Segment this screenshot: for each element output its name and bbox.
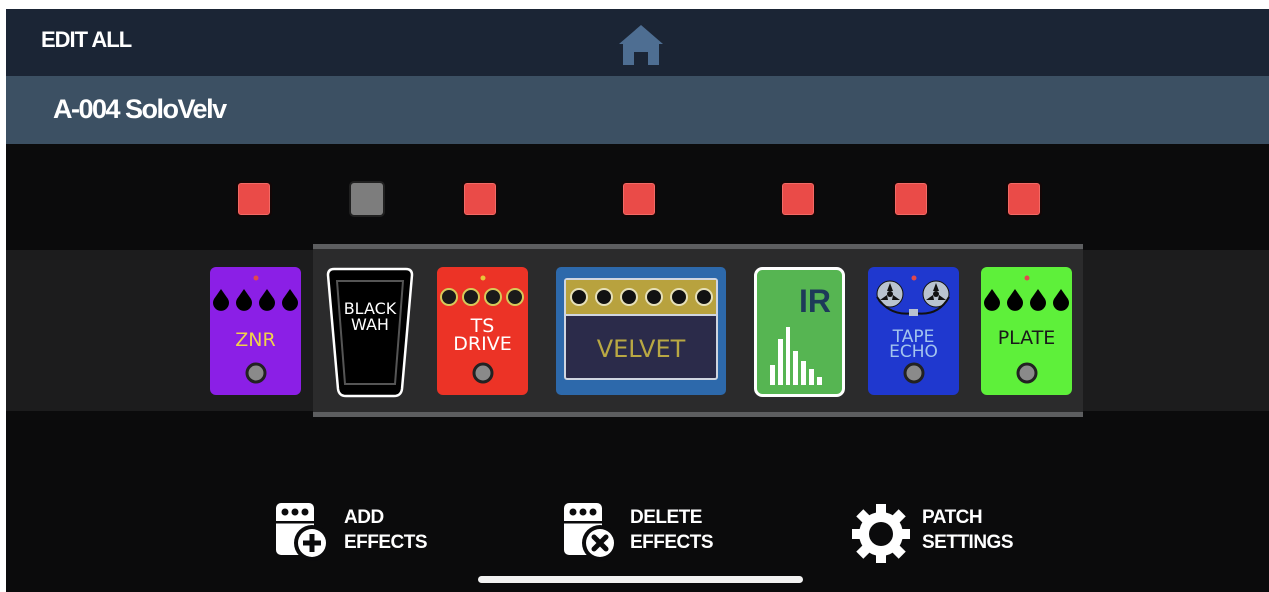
pedal-ir[interactable]: IR: [754, 267, 845, 397]
patch-settings-button[interactable]: PATCH SETTINGS: [851, 501, 1052, 564]
effect-switch-tape-echo[interactable]: [893, 181, 929, 217]
pedal-ts-drive[interactable]: TS DRIVE: [437, 267, 528, 395]
effect-switch-black-wah[interactable]: [349, 181, 385, 217]
add-effects-label-line2: EFFECTS: [344, 532, 428, 553]
add-effects-icon: [276, 503, 330, 561]
delete-effects-label-line2: EFFECTS: [630, 532, 714, 553]
patch-bar: A-004 SoloVelv: [6, 76, 1269, 144]
delete-effects-label-line1: DELETE: [630, 507, 702, 528]
pedal-label-line2: ECHO: [889, 342, 938, 362]
effect-switch-ir[interactable]: [780, 181, 816, 217]
action-bar: ADD EFFECTS DELETE EFFECTS PATCH SETTING…: [6, 501, 1269, 571]
add-effects-label-line1: ADD: [344, 507, 384, 528]
delete-effects-icon: [564, 503, 618, 561]
effect-switch-plate[interactable]: [1006, 181, 1042, 217]
home-icon[interactable]: [616, 22, 666, 66]
effect-switch-znr[interactable]: [236, 181, 272, 217]
pedal-label: PLATE: [997, 327, 1056, 349]
pedal-black-wah[interactable]: BLACK WAH: [324, 267, 416, 398]
delete-effects-button[interactable]: DELETE EFFECTS: [564, 501, 764, 561]
pedal-tape-echo[interactable]: TAPE ECHO: [868, 267, 959, 395]
edit-all-button[interactable]: EDIT ALL: [41, 27, 132, 53]
pedal-velvet[interactable]: VELVET: [556, 267, 726, 395]
pedal-label-line2: WAH: [351, 315, 389, 334]
pedal-label: ZNR: [235, 329, 276, 351]
effect-switch-ts-drive[interactable]: [462, 181, 498, 217]
pedal-label-line2: DRIVE: [453, 333, 512, 355]
effect-switch-velvet[interactable]: [621, 181, 657, 217]
home-indicator[interactable]: [478, 576, 803, 583]
patch-settings-label-line1: PATCH: [922, 507, 983, 528]
app-screen: EDIT ALL A-004 SoloVelv ZNR BLACK WAH TS…: [6, 9, 1269, 592]
pedal-znr[interactable]: ZNR: [210, 267, 301, 395]
pedal-label: VELVET: [596, 335, 686, 363]
pedal-plate[interactable]: PLATE: [981, 267, 1072, 395]
gear-icon: [851, 504, 911, 564]
top-bar: EDIT ALL: [6, 9, 1269, 76]
patch-settings-label-line2: SETTINGS: [922, 532, 1014, 553]
add-effects-button[interactable]: ADD EFFECTS: [276, 501, 456, 561]
pedal-label: IR: [799, 283, 831, 319]
patch-name[interactable]: A-004 SoloVelv: [53, 94, 227, 125]
